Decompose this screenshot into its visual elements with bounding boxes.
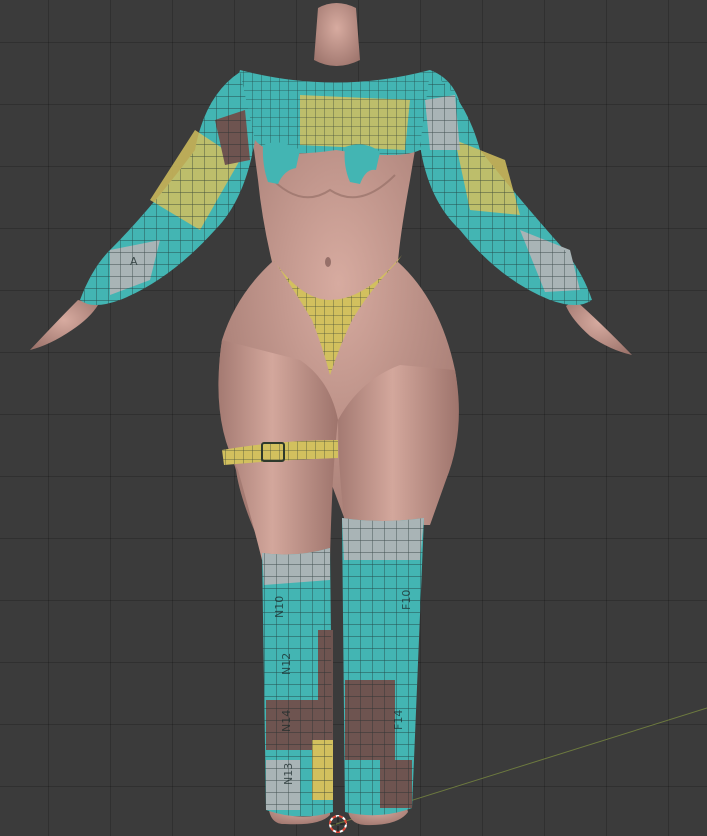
uv-label: F14 <box>392 710 405 730</box>
uv-label: N12 <box>280 653 293 675</box>
left-sleeve-mesh[interactable]: A <box>80 72 255 305</box>
left-leg-warmer-mesh[interactable]: N10 N12 N14 N13 <box>262 548 333 817</box>
right-leg-warmer-mesh[interactable]: F10 F14 <box>342 518 424 816</box>
uv-label: F10 <box>400 590 413 610</box>
3d-viewport[interactable]: A N10 N12 N14 N13 F10 F14 <box>0 0 707 836</box>
viewport-scene: A N10 N12 N14 N13 F10 F14 <box>30 3 707 833</box>
uv-label: N13 <box>282 763 295 785</box>
uv-label: A <box>130 255 138 268</box>
uv-label: N10 <box>273 596 286 618</box>
right-sleeve-mesh[interactable] <box>420 72 592 305</box>
uv-label: N14 <box>280 710 293 732</box>
